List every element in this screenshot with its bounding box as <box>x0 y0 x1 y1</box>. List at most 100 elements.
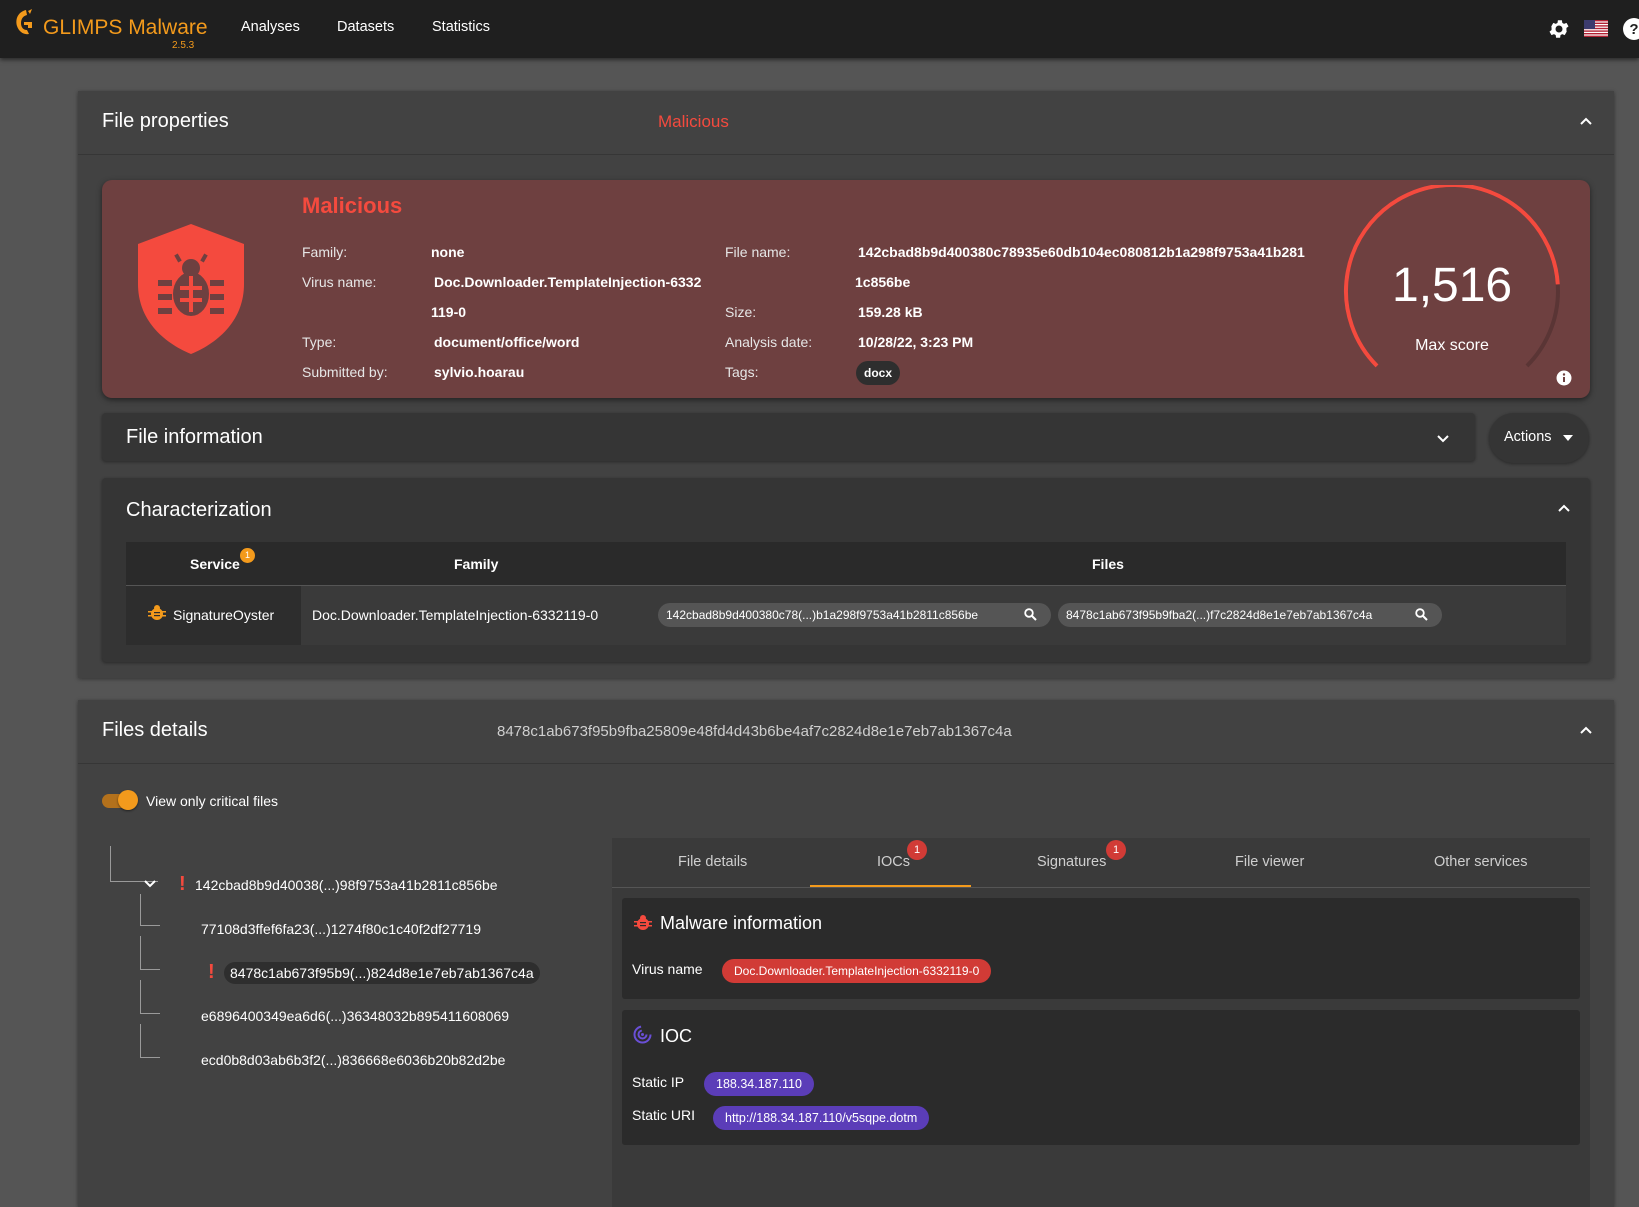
help-icon[interactable]: ? <box>1622 17 1639 41</box>
tab-file-details[interactable]: File details <box>678 854 747 870</box>
bug-icon <box>634 915 652 930</box>
nav-analyses[interactable]: Analyses <box>241 19 300 35</box>
top-navigation-bar: GLIMPS Malware 2.5.3 Analyses Datasets S… <box>0 0 1639 58</box>
verdict-title: Malicious <box>302 193 403 218</box>
bug-icon <box>148 605 166 620</box>
family-name: Doc.Downloader.TemplateInjection-6332119… <box>312 607 599 623</box>
app-version: 2.5.3 <box>172 40 195 51</box>
search-icon[interactable] <box>1415 608 1428 621</box>
files-details-header[interactable]: Files details 8478c1ab673f95b9fba25809e4… <box>78 700 1614 764</box>
tree-item-selected[interactable]: 8478c1ab673f95b9(...)824d8e1e7eb7ab1367c… <box>224 962 540 984</box>
tags-label: Tags: <box>725 364 759 380</box>
column-header-family: Family <box>454 556 499 572</box>
glimps-logo-icon[interactable] <box>12 8 36 40</box>
ioc-title: IOC <box>660 1026 693 1046</box>
critical-files-toggle-label: View only critical files <box>146 793 279 809</box>
file-hash-chip[interactable]: 142cbad8b9d400380c78(...)b1a298f9753a41b… <box>658 603 1051 627</box>
service-name: SignatureOyster <box>173 607 275 623</box>
tab-signatures[interactable]: Signatures <box>1037 854 1106 870</box>
tree-connector <box>140 936 160 970</box>
file-hash-text: 8478c1ab673f95b9fba2(...)f7c2824d8e1e7eb… <box>1066 608 1373 622</box>
tab-iocs[interactable]: IOCs <box>877 854 910 870</box>
tree-connector <box>140 1024 160 1058</box>
app-brand-name[interactable]: GLIMPS Malware <box>43 16 208 40</box>
chevron-up-icon[interactable] <box>1578 722 1594 738</box>
tab-other-services[interactable]: Other services <box>1434 854 1527 870</box>
gear-icon[interactable] <box>1547 17 1571 41</box>
critical-files-toggle-knob[interactable] <box>118 790 138 810</box>
virus-name-value-line2: 119-0 <box>431 304 467 320</box>
shield-bug-icon <box>138 224 244 354</box>
static-ip-label: Static IP <box>632 1074 685 1090</box>
actions-button[interactable]: Actions <box>1489 413 1589 463</box>
static-ip-chip[interactable]: 188.34.187.110 <box>704 1072 814 1096</box>
tree-item[interactable]: 77108d3ffef6fa23(...)1274f80c1c40f2df277… <box>201 921 481 937</box>
analysis-date-label: Analysis date: <box>725 334 813 350</box>
file-information-panel[interactable]: File information <box>102 413 1475 461</box>
submitted-by-label: Submitted by: <box>302 364 388 380</box>
tree-connector <box>140 980 160 1014</box>
svg-text:?: ? <box>1629 21 1638 38</box>
column-header-service: Service <box>190 556 240 572</box>
file-name-value-line2: 1c856be <box>855 274 911 290</box>
max-score-value: 1,516 <box>1392 259 1513 312</box>
virus-name-label: Virus name <box>632 961 703 977</box>
size-label: Size: <box>725 304 757 320</box>
tree-item[interactable]: e6896400349ea6d6(...)36348032b8954116080… <box>201 1008 509 1024</box>
signatures-badge: 1 <box>1106 840 1126 860</box>
chevron-up-icon[interactable] <box>1556 500 1572 516</box>
critical-file-icon: ! <box>179 873 186 895</box>
ioc-target-icon <box>633 1025 652 1044</box>
max-score-label: Max score <box>1415 337 1489 354</box>
family-value: none <box>431 244 465 260</box>
malware-information-card: Malware information Virus name Doc.Downl… <box>622 898 1580 999</box>
tree-connector <box>140 894 160 926</box>
characterization-title: Characterization <box>126 499 272 521</box>
tree-item-root[interactable]: 142cbad8b9d40038(...)98f9753a41b2811c856… <box>195 877 498 893</box>
tree-item[interactable]: ecd0b8d03ab6b3f2(...)836668e6036b20b82d2… <box>201 1052 505 1068</box>
table-header-row <box>126 542 1566 586</box>
chevron-up-icon[interactable] <box>1578 113 1594 129</box>
critical-file-icon: ! <box>208 961 215 983</box>
ioc-card: IOC Static IP 188.34.187.110 Static URI … <box>622 1010 1580 1145</box>
chevron-down-icon[interactable] <box>143 879 157 889</box>
malware-information-title: Malware information <box>660 913 823 933</box>
submitted-by-value: sylvio.hoarau <box>434 364 525 380</box>
file-properties-header[interactable]: File properties Malicious <box>78 91 1614 155</box>
actions-label: Actions <box>1504 429 1552 445</box>
virus-name-chip[interactable]: Doc.Downloader.TemplateInjection-6332119… <box>722 959 992 983</box>
nav-statistics[interactable]: Statistics <box>432 19 490 35</box>
file-properties-title: File properties <box>102 110 229 132</box>
virus-name-value-line1: Doc.Downloader.TemplateInjection-6332 <box>434 274 702 290</box>
service-badge: 1 <box>240 548 255 563</box>
iocs-badge: 1 <box>907 840 927 860</box>
characterization-table: Service 1 Family Files SignatureOyster D… <box>126 542 1566 645</box>
tab-file-viewer[interactable]: File viewer <box>1235 854 1304 870</box>
nav-datasets[interactable]: Datasets <box>337 19 394 35</box>
tree-connector <box>110 846 158 882</box>
selected-file-hash: 8478c1ab673f95b9fba25809e48fd4d43b6be4af… <box>497 723 1012 740</box>
file-hash-chip[interactable]: 8478c1ab673f95b9fba2(...)f7c2824d8e1e7eb… <box>1058 603 1442 627</box>
column-header-files: Files <box>1092 556 1124 572</box>
info-icon[interactable] <box>1556 370 1572 386</box>
family-label: Family: <box>302 244 348 260</box>
analysis-date-value: 10/28/22, 3:23 PM <box>858 334 974 350</box>
file-hash-text: 142cbad8b9d400380c78(...)b1a298f9753a41b… <box>666 608 979 622</box>
file-name-value-line1: 142cbad8b9d400380c78935e60db104ec080812b… <box>858 244 1305 260</box>
files-details-title: Files details <box>102 719 208 741</box>
chevron-down-icon[interactable] <box>1435 431 1451 447</box>
active-tab-indicator <box>810 885 971 887</box>
tag-chip[interactable]: docx <box>856 361 901 385</box>
size-value: 159.28 kB <box>858 304 923 320</box>
type-value: document/office/word <box>434 334 580 350</box>
file-name-label: File name: <box>725 244 791 260</box>
static-uri-chip[interactable]: http://188.34.187.110/v5sqpe.dotm <box>713 1106 930 1130</box>
caret-down-icon <box>1563 435 1573 441</box>
us-flag-icon[interactable] <box>1584 20 1608 37</box>
verdict-summary-card: Malicious Family: none Virus name: Doc.D… <box>102 180 1590 398</box>
file-information-title: File information <box>126 426 263 448</box>
virus-name-label: Virus name: <box>302 274 377 290</box>
search-icon[interactable] <box>1024 608 1037 621</box>
verdict-header-label: Malicious <box>658 112 729 131</box>
type-label: Type: <box>302 334 337 350</box>
